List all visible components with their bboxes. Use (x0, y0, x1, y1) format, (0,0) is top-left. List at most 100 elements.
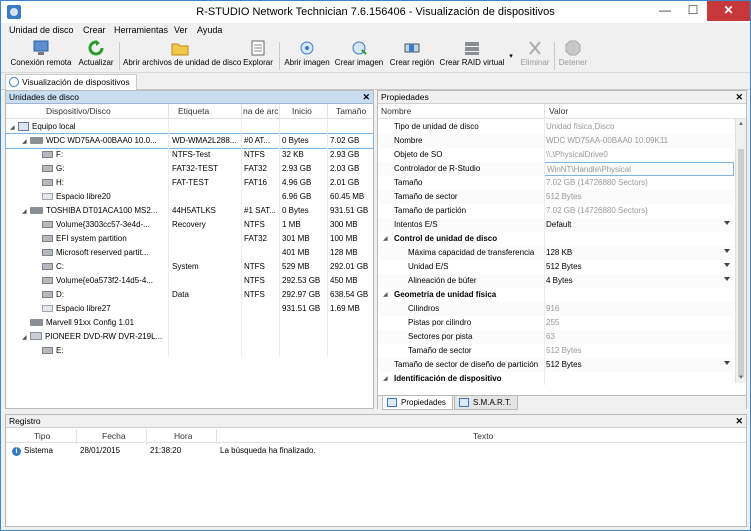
log-column-date[interactable]: Fecha (102, 431, 126, 441)
property-row[interactable]: Intentos E/S Default (378, 218, 734, 232)
dropdown-arrow-icon[interactable] (724, 249, 730, 253)
drive-tree-row[interactable]: C: System NTFS 529 MB 292.01 GB (6, 260, 373, 274)
drive-tree-row[interactable]: ◢ Equipo local (6, 120, 373, 134)
property-row[interactable]: Tipo de unidad de disco Unidad física,Dis… (378, 120, 734, 134)
properties-scrollbar[interactable]: ▲ ▼ (735, 119, 746, 383)
property-row[interactable]: ◢ Control de unidad de disco (378, 232, 734, 246)
drive-tree-row[interactable]: EFI system partition FAT32 301 MB 100 MB (6, 232, 373, 246)
tab-smart[interactable]: S.M.A.R.T. (454, 396, 519, 410)
property-row[interactable]: Pistas por cilindro 255 (378, 316, 734, 330)
expand-arrow-icon[interactable]: ◢ (22, 138, 30, 145)
property-row[interactable]: Tamaño de sector 512 Bytes (378, 344, 734, 358)
menu-herramientas[interactable]: Herramientas (114, 25, 168, 35)
drive-tree-row[interactable]: G: FAT32-TEST FAT32 2.93 GB 2.03 GB (6, 162, 373, 176)
create-image-button[interactable]: Crear imagen (334, 40, 384, 67)
tab-properties[interactable]: Propiedades (382, 396, 453, 410)
property-row[interactable]: Alineación de búfer 4 Bytes (378, 274, 734, 288)
expand-arrow-icon[interactable]: ◢ (22, 334, 30, 341)
column-divider[interactable] (168, 104, 169, 119)
menu-ayuda[interactable]: Ayuda (197, 25, 222, 35)
menu-unidad-de-disco[interactable]: Unidad de disco (9, 25, 74, 35)
drive-tree-row[interactable]: F: NTFS-Test NTFS 32 KB 2.93 GB (6, 148, 373, 162)
dropdown-arrow-icon[interactable] (724, 263, 730, 267)
property-row[interactable]: Objeto de SO \\.\PhysicalDrive0 (378, 148, 734, 162)
drive-tree-row[interactable]: Volume{e0a573f2-14d5-4... NTFS 292.53 GB 45… (6, 274, 373, 288)
drive-tree-row[interactable]: H: FAT-TEST FAT16 4.96 GB 2.01 GB (6, 176, 373, 190)
delete-button[interactable]: Eliminar (517, 40, 553, 67)
scroll-up-arrow-icon[interactable]: ▲ (738, 121, 744, 127)
drive-tree-row[interactable]: ◢ PIONEER DVD-RW DVR-219L... (6, 330, 373, 344)
refresh-button[interactable]: Actualizar (77, 40, 115, 67)
collapse-arrow-icon[interactable]: ◢ (383, 375, 391, 382)
property-row[interactable]: Unidad E/S 512 Bytes (378, 260, 734, 274)
property-row[interactable]: Tamaño de partición 7.02 GB (14726880 Sec… (378, 204, 734, 218)
log-row[interactable]: i Sistema 28/01/2015 21:38:20 La búsqueda ha… (6, 444, 746, 458)
property-row[interactable]: Sectores por pista 63 (378, 330, 734, 344)
property-row[interactable]: Cilindros 916 (378, 302, 734, 316)
log-column-type[interactable]: Tipo (34, 431, 50, 441)
column-value[interactable]: Valor (549, 106, 568, 116)
create-virtual-raid-button[interactable]: Crear RAID virtual (439, 40, 505, 67)
menu-ver[interactable]: Ver (174, 25, 188, 35)
close-button[interactable]: ✕ (707, 1, 750, 21)
column-divider[interactable] (76, 429, 77, 444)
log-column-time[interactable]: Hora (174, 431, 192, 441)
property-value[interactable]: 128 KB (546, 248, 572, 257)
column-size[interactable]: Tamaño (336, 106, 372, 116)
column-divider[interactable] (279, 104, 280, 119)
properties-panel-close-button[interactable]: ✕ (735, 91, 743, 103)
minimize-button[interactable]: — (651, 1, 679, 21)
drive-tree-row[interactable]: Microsoft reserved partit... 401 MB 128 MB (6, 246, 373, 260)
column-label[interactable]: Etiqueta (178, 106, 238, 116)
explore-button[interactable]: Explorar (241, 40, 275, 67)
raid-dropdown-arrow-icon[interactable]: ▾ (507, 52, 515, 60)
scroll-down-arrow-icon[interactable]: ▼ (738, 375, 744, 381)
column-divider[interactable] (544, 104, 545, 119)
dropdown-arrow-icon[interactable] (724, 221, 730, 225)
column-divider[interactable] (146, 429, 147, 444)
property-row[interactable]: ◢ Identificación de dispositivo (378, 372, 734, 386)
property-value[interactable]: Default (546, 220, 571, 229)
property-row[interactable]: Tamaño de sector 512 Bytes (378, 190, 734, 204)
property-value[interactable]: 512 Bytes (546, 262, 582, 271)
column-filesystem[interactable]: na de arc (243, 106, 279, 116)
drive-tree-row[interactable]: Volume{3303cc57-3e4d-... Recovery NTFS 1 MB… (6, 218, 373, 232)
log-column-text[interactable]: Texto (473, 431, 493, 441)
expand-arrow-icon[interactable]: ◢ (22, 208, 30, 215)
column-divider[interactable] (216, 429, 217, 444)
property-value[interactable]: 512 Bytes (546, 360, 582, 369)
property-row[interactable]: Controlador de R-Studio WinNT\Handle\Phys… (378, 162, 734, 176)
column-divider[interactable] (327, 104, 328, 119)
open-drive-files-button[interactable]: Abrir archivos de unidad de disco (123, 40, 241, 67)
drive-tree-row[interactable]: D: Data NTFS 292.97 GB 638.54 GB (6, 288, 373, 302)
property-row[interactable]: Nombre WDC WD75AA-00BAA0 10.09K11 (378, 134, 734, 148)
tab-device-view[interactable]: Visualización de dispositivos (5, 74, 137, 90)
drives-panel-close-button[interactable]: ✕ (362, 91, 370, 103)
log-panel-close-button[interactable]: ✕ (735, 415, 743, 427)
drive-tree-row[interactable]: ◢ TOSHIBA DT01ACA100 MS2... 44H5ATLKS #1 SA… (6, 204, 373, 218)
stop-button[interactable]: Detener (557, 40, 589, 67)
dropdown-arrow-icon[interactable] (724, 361, 730, 365)
drive-tree-row[interactable]: Espacio libre20 6.96 GB 60.45 MB (6, 190, 373, 204)
open-image-button[interactable]: Abrir imagen (284, 40, 330, 67)
drive-tree-row[interactable]: Espacio libre27 931.51 GB 1.69 MB (6, 302, 373, 316)
column-device[interactable]: Dispositivo/Disco (46, 106, 166, 116)
create-region-button[interactable]: Crear región (388, 40, 436, 67)
menu-crear[interactable]: Crear (83, 25, 106, 35)
scrollbar-thumb[interactable] (738, 149, 744, 377)
property-row[interactable]: Tamaño 7.02 GB (14726880 Sectors) (378, 176, 734, 190)
column-divider[interactable] (241, 104, 242, 119)
drive-tree-row[interactable]: Marvell 91xx Config 1.01 (6, 316, 373, 330)
column-name[interactable]: Nombre (381, 106, 411, 116)
property-row[interactable]: ◢ Geometría de unidad física (378, 288, 734, 302)
expand-arrow-icon[interactable]: ◢ (10, 124, 18, 131)
property-value[interactable]: 4 Bytes (546, 276, 573, 285)
drive-tree-row[interactable]: E: (6, 344, 373, 358)
collapse-arrow-icon[interactable]: ◢ (383, 235, 391, 242)
column-start[interactable]: Inicio (292, 106, 332, 116)
property-row[interactable]: Tamaño de sector de diseño de partición 5… (378, 358, 734, 372)
collapse-arrow-icon[interactable]: ◢ (383, 291, 391, 298)
dropdown-arrow-icon[interactable] (724, 277, 730, 281)
property-row[interactable]: Máxima capacidad de transferencia 128 KB (378, 246, 734, 260)
drive-tree-row[interactable]: ◢ WDC WD75AA-00BAA0 10.0... WD-WMA2L288...… (5, 133, 374, 149)
